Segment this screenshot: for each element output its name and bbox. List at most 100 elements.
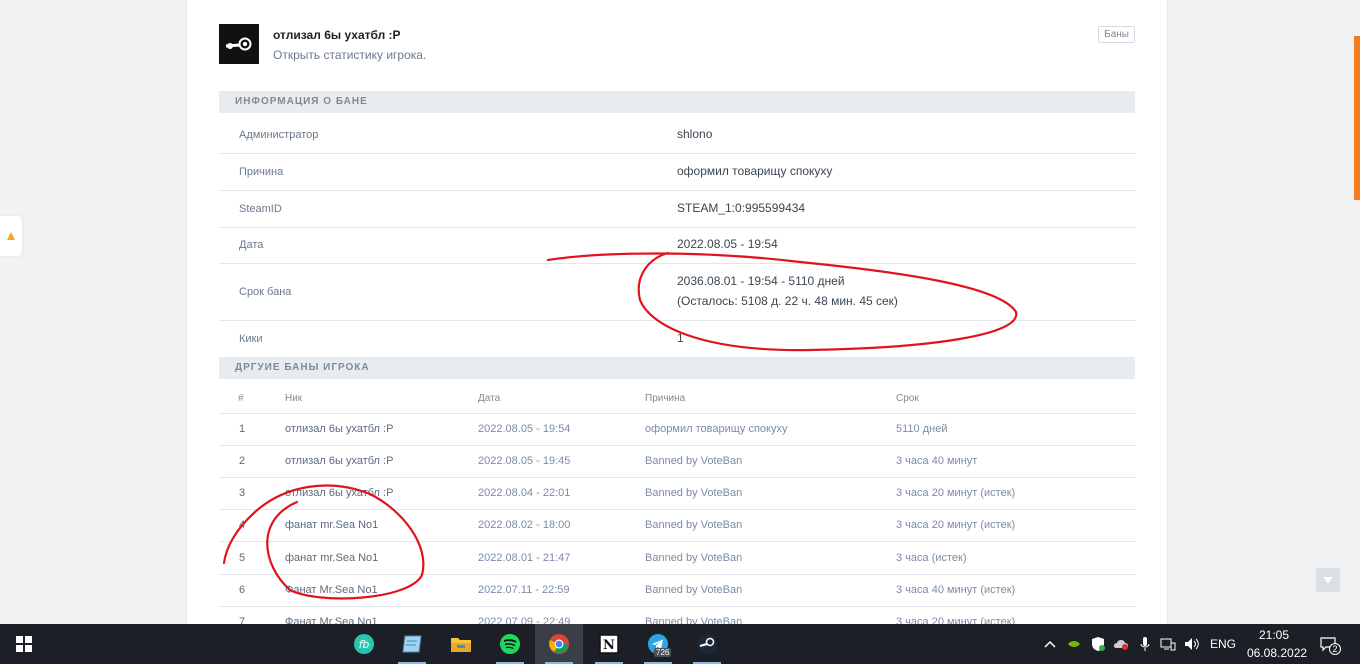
tray-onedrive[interactable]: [1113, 636, 1129, 652]
cell-reason: Banned by VoteBan: [645, 552, 743, 564]
fb-icon: fb: [354, 634, 374, 654]
table-row[interactable]: 4 фанат mr.Sea No1 2022.08.02 - 18:00 Ba…: [219, 510, 1135, 542]
cell-date: 2022.08.01 - 21:47: [478, 552, 571, 564]
spotify-icon: [500, 634, 520, 654]
player-header: отлизал 6ы ухатбл :P Открыть статистику …: [219, 24, 1135, 64]
chevron-down-icon: [1323, 577, 1333, 583]
tray-defender[interactable]: [1090, 636, 1106, 652]
clock-date[interactable]: 06.08.2022: [1247, 646, 1307, 660]
table-row[interactable]: 1 отлизал 6ы ухатбл :P 2022.08.05 - 19:5…: [219, 414, 1135, 446]
col-header-term: Срок: [896, 393, 919, 404]
cell-term: 3 часа 40 минут (истек): [896, 584, 1016, 596]
language-indicator[interactable]: ENG: [1210, 637, 1236, 651]
speaker-icon: [1185, 638, 1199, 650]
shield-icon: [1092, 637, 1105, 651]
cell-num: 6: [239, 584, 246, 596]
table-row[interactable]: 7 Фанат Mr.Sea No1 2022.07.09 - 22:49 Ba…: [219, 607, 1135, 624]
cell-num: 4: [239, 519, 246, 531]
table-row[interactable]: 3 отлизал 6ы ухатбл :P 2022.08.04 - 22:0…: [219, 478, 1135, 510]
player-stats-link[interactable]: Открыть статистику игрока.: [273, 48, 426, 62]
cell-term: 3 часа 40 минут: [896, 455, 978, 467]
notepad-icon: [402, 635, 422, 653]
tray-microphone[interactable]: [1137, 636, 1153, 652]
notification-count: 2: [1329, 643, 1341, 655]
cell-date: 2022.08.02 - 18:00: [478, 519, 571, 531]
svg-text:N: N: [603, 638, 615, 653]
cell-term: 3 часа 20 минут (истек): [896, 519, 1016, 531]
taskbar-notion-app[interactable]: N: [585, 624, 633, 664]
cell-term: 3 часа 20 минут (истек): [896, 487, 1016, 499]
cell-nick: отлизал 6ы ухатбл :P: [285, 455, 394, 467]
tray-nvidia[interactable]: [1066, 636, 1082, 652]
info-value: 2022.08.05 - 19:54: [677, 237, 778, 251]
side-tab[interactable]: [0, 216, 22, 256]
player-name: отлизал 6ы ухатбл :P: [273, 28, 401, 42]
taskbar-fb-app[interactable]: fb: [340, 624, 388, 664]
cell-reason: оформил товарищу спокуху: [645, 423, 788, 435]
tray-overflow-button[interactable]: [1042, 636, 1058, 652]
cell-num: 5: [239, 552, 246, 564]
info-value: оформил товарищу спокуху: [677, 164, 833, 178]
cell-reason: Banned by VoteBan: [645, 519, 743, 531]
cell-num: 7: [239, 616, 246, 624]
chevron-up-icon: [1044, 640, 1056, 648]
cell-date: 2022.08.04 - 22:01: [478, 487, 571, 499]
info-label: Причина: [239, 166, 284, 178]
table-row[interactable]: 2 отлизал 6ы ухатбл :P 2022.08.05 - 19:4…: [219, 446, 1135, 478]
telegram-badge: 726: [654, 648, 672, 657]
cell-date: 2022.08.05 - 19:45: [478, 455, 571, 467]
microphone-icon: [1140, 637, 1150, 651]
info-row-admin: Администратор shlono: [219, 117, 1135, 154]
info-value: shlono: [677, 127, 713, 141]
info-row-kicks: Кики 1: [219, 321, 1135, 357]
chrome-icon: [549, 634, 569, 654]
cell-num: 2: [239, 455, 246, 467]
steam-avatar[interactable]: [219, 24, 259, 64]
col-header-num: #: [238, 393, 244, 404]
network-icon: [1160, 638, 1176, 651]
file-explorer-icon: [451, 638, 471, 652]
taskbar-chrome-app[interactable]: [535, 624, 583, 664]
start-button[interactable]: [0, 624, 48, 664]
page-scrollbar[interactable]: [1354, 36, 1360, 200]
cell-nick: Фанат Mr.Sea No1: [285, 616, 378, 624]
cell-reason: Banned by VoteBan: [645, 584, 743, 596]
taskbar-notepad-app[interactable]: [388, 624, 436, 664]
info-value: 1: [677, 331, 684, 345]
info-row-reason: Причина оформил товарищу спокуху: [219, 154, 1135, 191]
action-center-button[interactable]: 2: [1320, 636, 1341, 655]
cell-term: 3 часа 20 минут (истек): [896, 616, 1016, 624]
other-bans-section-title: ДРГУИЕ БАНЫ ИГРОКА: [219, 357, 1135, 379]
cell-nick: отлизал 6ы ухатбл :P: [285, 487, 394, 499]
info-label: Дата: [239, 239, 264, 251]
cell-nick: фанат mr.Sea No1: [285, 552, 379, 564]
cell-reason: Banned by VoteBan: [645, 455, 743, 467]
cell-date: 2022.07.09 - 22:49: [478, 616, 571, 624]
ban-details-card: отлизал 6ы ухатбл :P Открыть статистику …: [186, 0, 1168, 624]
cell-reason: Banned by VoteBan: [645, 487, 743, 499]
bans-badge[interactable]: Баны: [1098, 26, 1135, 43]
table-row[interactable]: 5 фанат mr.Sea No1 2022.08.01 - 21:47 Ba…: [219, 543, 1135, 575]
cell-term: 5110 дней: [896, 423, 948, 435]
start-icon: [16, 636, 32, 652]
scroll-down-button[interactable]: [1316, 568, 1340, 592]
tray-network[interactable]: [1160, 636, 1176, 652]
taskbar-steam-app[interactable]: [683, 624, 731, 664]
cell-nick: Фанат Mr.Sea No1: [285, 584, 378, 596]
svg-text:fb: fb: [359, 638, 370, 651]
col-header-reason: Причина: [645, 393, 686, 404]
taskbar-explorer-app[interactable]: [437, 624, 485, 664]
cell-nick: отлизал 6ы ухатбл :P: [285, 423, 394, 435]
info-label: Срок бана: [239, 286, 292, 298]
cell-reason: Banned by VoteBan: [645, 616, 743, 624]
steam-icon: [697, 634, 717, 654]
tray-volume[interactable]: [1184, 636, 1200, 652]
ban-info-section-title: ИНФОРМАЦИЯ О БАНЕ: [219, 91, 1135, 113]
info-label: Кики: [239, 333, 263, 345]
taskbar-spotify-app[interactable]: [486, 624, 534, 664]
cell-num: 3: [239, 487, 246, 499]
clock-time[interactable]: 21:05: [1259, 628, 1289, 642]
taskbar-telegram-app[interactable]: 726: [634, 624, 682, 664]
table-row[interactable]: 6 Фанат Mr.Sea No1 2022.07.11 - 22:59 Ba…: [219, 575, 1135, 607]
info-value: 2036.08.01 - 19:54 - 5110 дней: [677, 274, 845, 288]
